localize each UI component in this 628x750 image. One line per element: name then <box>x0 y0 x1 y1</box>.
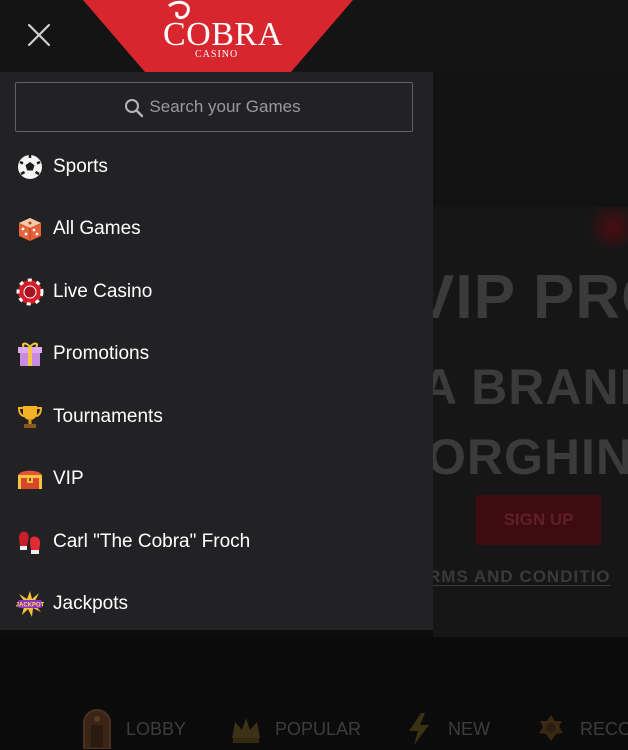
menu-item-label: Promotions <box>53 343 150 364</box>
svg-text:JACKPOT: JACKPOT <box>16 603 44 609</box>
medal-icon <box>534 712 568 746</box>
brand-subtitle: CASINO <box>195 49 239 60</box>
soccer-ball-icon <box>17 154 43 180</box>
bottom-nav: LOBBY POPULAR NEW RECO <box>0 708 628 750</box>
terms-link[interactable]: RMS AND CONDITIO <box>428 567 611 587</box>
menu-item-label: Jackpots <box>53 593 128 614</box>
menu-item-label: Tournaments <box>53 406 163 427</box>
trophy-icon <box>17 406 43 428</box>
lightning-icon <box>402 712 436 746</box>
bottom-nav-reco[interactable]: RECO <box>534 708 628 750</box>
menu-item-carl-froch[interactable]: Carl "The Cobra" Froch <box>0 511 433 573</box>
close-menu-button[interactable] <box>24 20 54 50</box>
bottom-nav-popular-label: POPULAR <box>275 718 362 739</box>
search-box[interactable] <box>15 82 413 132</box>
site-banner-strip <box>433 72 628 207</box>
crown-icon <box>229 712 263 746</box>
menu-item-promotions[interactable]: Promotions <box>0 323 433 385</box>
menu-item-label: All Games <box>53 218 141 239</box>
menu-item-vip[interactable]: VIP <box>0 448 433 510</box>
menu-item-all-games[interactable]: All Games <box>0 198 433 260</box>
search-input[interactable] <box>16 83 412 131</box>
menu-item-jackpots[interactable]: JACKPOT Jackpots <box>0 573 433 635</box>
menu-item-sports[interactable]: Sports <box>0 136 433 198</box>
lobby-door-icon <box>80 709 114 749</box>
close-icon <box>27 23 51 47</box>
menu-item-label: VIP <box>53 468 84 489</box>
dice-icon <box>18 218 42 241</box>
menu-item-label: Live Casino <box>53 281 153 302</box>
bottom-nav-lobby[interactable]: LOBBY <box>80 708 186 750</box>
brand-name: COBRA <box>163 16 283 53</box>
boxing-gloves-icon <box>19 531 41 554</box>
bottom-nav-lobby-label: LOBBY <box>126 718 187 739</box>
bottom-nav-new-label: NEW <box>448 718 490 739</box>
menu-item-label: Sports <box>53 156 108 177</box>
side-menu: Sports All Games Live <box>0 72 433 630</box>
bottom-nav-new[interactable]: NEW <box>402 708 490 750</box>
hero-glow <box>583 207 628 247</box>
bottom-nav-popular[interactable]: POPULAR <box>229 708 361 750</box>
brand-logo[interactable]: COBRA CASINO <box>83 0 353 72</box>
jackpot-burst-icon: JACKPOT <box>16 591 44 617</box>
bottom-nav-reco-label: RECO <box>580 718 628 739</box>
page: VIP PRO A BRAND ORGHIN SIGN UP RMS AND C… <box>0 0 628 750</box>
hero-title-line1: VIP PRO <box>413 263 628 332</box>
menu-item-tournaments[interactable]: Tournaments <box>0 386 433 448</box>
gift-box-icon <box>18 342 42 366</box>
hero-title-line2: A BRAND <box>421 359 628 415</box>
menu-item-label: Carl "The Cobra" Froch <box>53 531 251 552</box>
casino-chip-icon <box>16 278 44 306</box>
menu-item-live-casino[interactable]: Live Casino <box>0 261 433 323</box>
hero-title-line3: ORGHIN <box>427 429 628 485</box>
treasure-chest-icon <box>18 470 42 489</box>
signup-button[interactable]: SIGN UP <box>476 495 601 545</box>
